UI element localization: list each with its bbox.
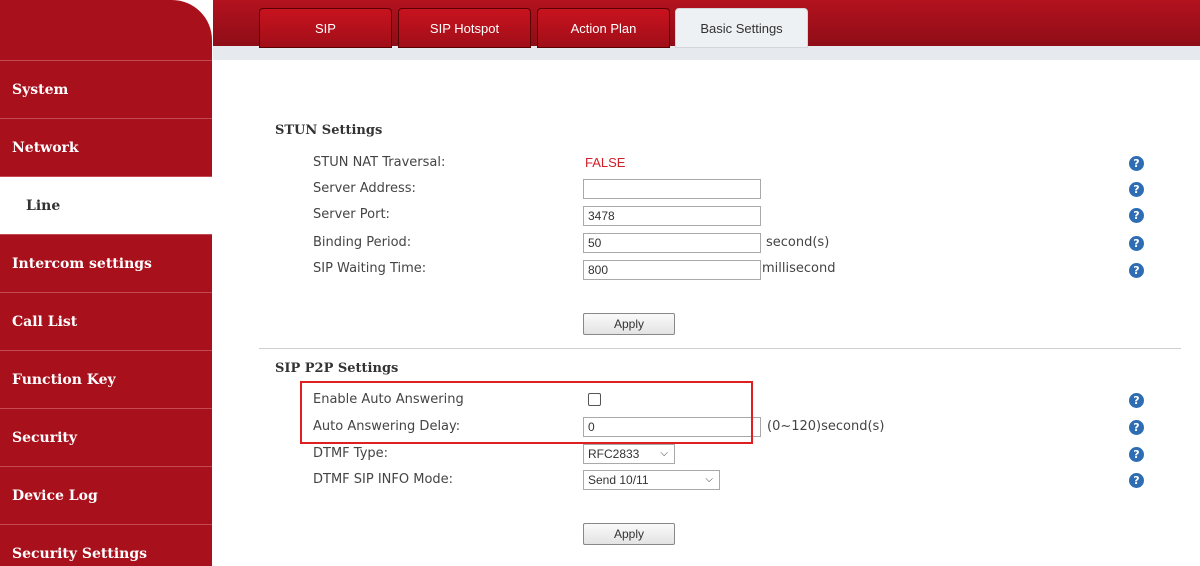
tab-label: Basic Settings	[700, 21, 783, 36]
dtmf-sip-info-mode-value: Send 10/11	[588, 473, 649, 487]
sidebar-item-device-log[interactable]: Device Log	[0, 466, 212, 524]
tab-label: Action Plan	[570, 21, 637, 36]
sip-waiting-time-label: SIP Waiting Time:	[313, 261, 427, 276]
stun-nat-traversal-label: STUN NAT Traversal:	[313, 155, 446, 170]
binding-period-unit: second(s)	[766, 235, 830, 250]
sidebar-item-intercom-settings[interactable]: Intercom settings	[0, 234, 212, 292]
stun-nat-traversal-value: FALSE	[585, 155, 626, 170]
sidebar-item-label: Intercom settings	[12, 256, 152, 272]
sidebar-item-line[interactable]: Line	[0, 176, 212, 234]
sidebar-item-label: System	[12, 82, 69, 98]
sidebar: System Network Line Intercom settings Ca…	[0, 0, 212, 566]
sip-waiting-time-input[interactable]: 800	[583, 260, 761, 280]
dtmf-type-label: DTMF Type:	[313, 446, 389, 461]
help-icon[interactable]: ?	[1129, 236, 1144, 251]
help-icon[interactable]: ?	[1129, 182, 1144, 197]
sidebar-item-label: Security	[12, 430, 78, 446]
p2p-apply-button[interactable]: Apply	[583, 523, 675, 545]
sidebar-item-network[interactable]: Network	[0, 118, 212, 176]
sidebar-item-label: Network	[12, 140, 79, 156]
sidebar-item-security-settings[interactable]: Security Settings	[0, 524, 212, 566]
tab-label: SIP	[315, 21, 336, 36]
sidebar-header	[0, 0, 212, 60]
tab-action-plan[interactable]: Action Plan	[537, 8, 670, 48]
sidebar-item-label: Function Key	[12, 372, 116, 388]
binding-period-label: Binding Period:	[313, 235, 412, 250]
sip-waiting-time-unit: millisecond	[762, 261, 836, 276]
sidebar-item-security[interactable]: Security	[0, 408, 212, 466]
server-port-input[interactable]: 3478	[583, 206, 761, 226]
tab-label: SIP Hotspot	[429, 21, 500, 36]
help-icon[interactable]: ?	[1129, 447, 1144, 462]
sip-p2p-settings-title: SIP P2P Settings	[275, 361, 399, 376]
sidebar-item-label: Line	[26, 198, 61, 214]
auto-answering-delay-unit: (0~120)second(s)	[767, 419, 885, 434]
sidebar-item-label: Device Log	[12, 488, 98, 504]
tab-sip-hotspot[interactable]: SIP Hotspot	[398, 8, 531, 48]
sidebar-item-system[interactable]: System	[0, 60, 212, 118]
server-address-label: Server Address:	[313, 181, 416, 196]
help-icon[interactable]: ?	[1129, 208, 1144, 223]
tab-basic-settings[interactable]: Basic Settings	[675, 8, 808, 48]
server-address-input[interactable]	[583, 179, 761, 199]
help-icon[interactable]: ?	[1129, 263, 1144, 278]
server-port-label: Server Port:	[313, 207, 390, 222]
dtmf-type-value: RFC2833	[588, 447, 640, 461]
tab-sip[interactable]: SIP	[259, 8, 392, 48]
help-icon[interactable]: ?	[1129, 420, 1144, 435]
highlight-box	[300, 381, 753, 444]
chevron-down-icon: ⌵	[660, 448, 668, 459]
chevron-down-icon: ⌵	[705, 474, 713, 485]
help-icon[interactable]: ?	[1129, 156, 1144, 171]
stun-settings-title: STUN Settings	[275, 123, 383, 138]
dtmf-sip-info-mode-select[interactable]: Send 10/11 ⌵	[583, 470, 720, 490]
dtmf-sip-info-mode-label: DTMF SIP INFO Mode:	[313, 472, 454, 487]
sidebar-item-call-list[interactable]: Call List	[0, 292, 212, 350]
stun-apply-button[interactable]: Apply	[583, 313, 675, 335]
help-icon[interactable]: ?	[1129, 473, 1144, 488]
sidebar-item-label: Security Settings	[12, 546, 148, 562]
dtmf-type-select[interactable]: RFC2833 ⌵	[583, 444, 675, 464]
sidebar-item-label: Call List	[12, 314, 78, 330]
binding-period-input[interactable]: 50	[583, 233, 761, 253]
help-icon[interactable]: ?	[1129, 393, 1144, 408]
section-divider	[259, 348, 1181, 349]
sidebar-item-function-key[interactable]: Function Key	[0, 350, 212, 408]
